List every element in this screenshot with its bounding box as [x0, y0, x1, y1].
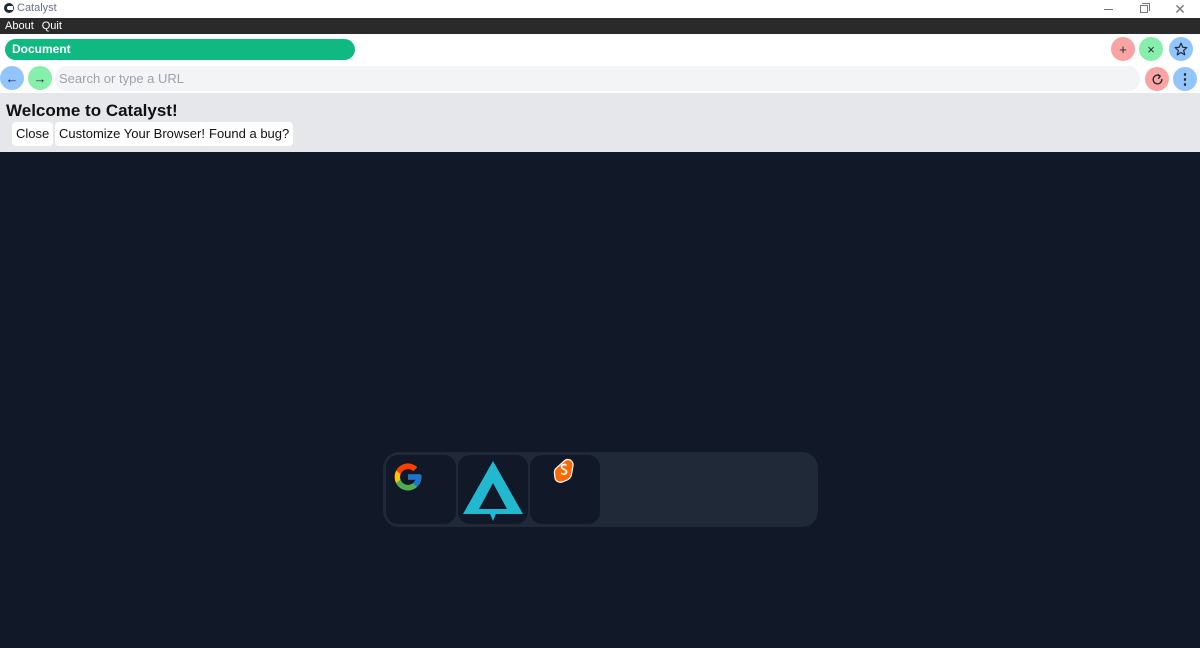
navigation-bar: ← → ⋮: [0, 65, 1200, 93]
star-icon: [1174, 42, 1188, 56]
close-icon: ×: [1147, 41, 1155, 57]
shortcut-arc[interactable]: [458, 455, 528, 524]
google-logo-icon: [394, 463, 422, 491]
welcome-banner: Welcome to Catalyst! Close Customize You…: [0, 93, 1200, 152]
shortcuts-dock: [383, 452, 818, 527]
restore-icon: [1140, 3, 1150, 13]
window-title: Catalyst: [17, 2, 57, 14]
reload-icon: [1152, 73, 1162, 84]
title-bar: Catalyst ✕: [0, 0, 1200, 18]
address-bar-input[interactable]: [55, 66, 1140, 91]
plus-icon: +: [1119, 41, 1127, 57]
arrow-left-icon: ←: [5, 70, 19, 86]
back-button[interactable]: ←: [0, 66, 24, 90]
close-icon: ✕: [1174, 1, 1186, 17]
bookmark-button[interactable]: [1169, 37, 1193, 61]
menu-about[interactable]: About: [5, 20, 34, 32]
menu-bar: About Quit: [0, 18, 1200, 34]
app-logo-icon: [4, 3, 14, 13]
new-tab-button[interactable]: +: [1111, 37, 1135, 61]
report-bug-button[interactable]: Found a bug?: [205, 122, 294, 146]
kebab-menu-icon: ⋮: [1177, 71, 1193, 88]
tab-bar: Document + ×: [0, 34, 1200, 65]
close-tab-button[interactable]: ×: [1139, 37, 1163, 61]
minimize-icon: [1103, 8, 1113, 10]
menu-quit[interactable]: Quit: [42, 20, 62, 32]
more-menu-button[interactable]: ⋮: [1173, 67, 1197, 91]
minimize-button[interactable]: [1090, 0, 1126, 18]
maximize-button[interactable]: [1126, 0, 1162, 18]
customize-browser-button[interactable]: Customize Your Browser!: [55, 122, 209, 146]
triangle-logo-icon: [463, 461, 523, 521]
shortcut-svelte[interactable]: [530, 455, 600, 524]
forward-button[interactable]: →: [28, 66, 52, 90]
welcome-close-button[interactable]: Close: [12, 122, 54, 146]
shortcut-google[interactable]: [386, 455, 456, 524]
reload-button[interactable]: [1145, 67, 1169, 91]
tab-document[interactable]: Document: [5, 39, 355, 60]
welcome-title: Welcome to Catalyst!: [6, 101, 178, 120]
arrow-right-icon: →: [33, 70, 47, 86]
close-window-button[interactable]: ✕: [1162, 0, 1198, 18]
svelte-logo-icon: [553, 458, 574, 483]
